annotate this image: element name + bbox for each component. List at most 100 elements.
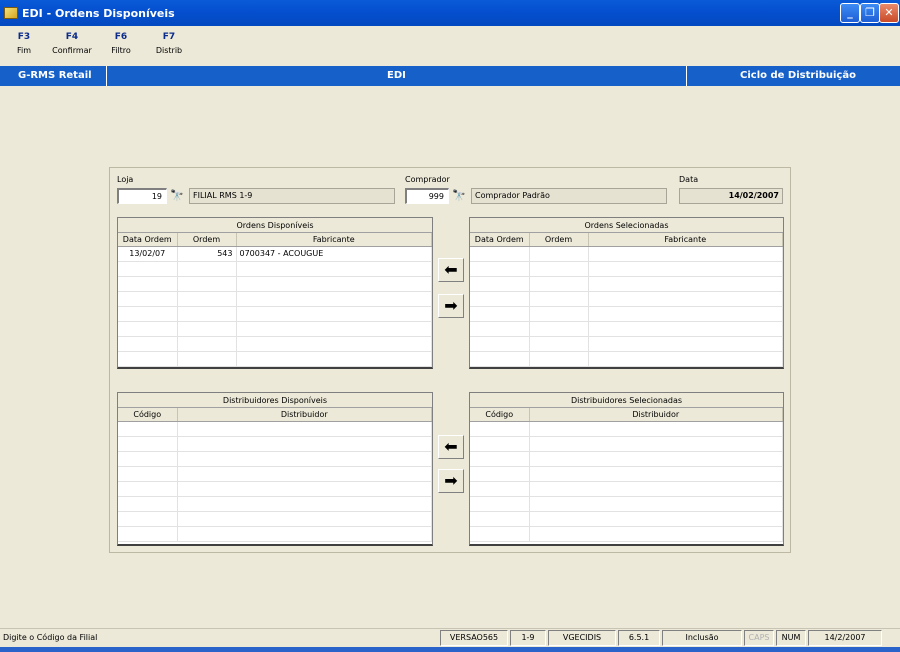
loja-input[interactable]: 19 (117, 188, 167, 204)
table-row[interactable] (118, 496, 432, 512)
arrow-right-icon: ➡ (444, 471, 458, 490)
status-date: 14/2/2007 (808, 630, 882, 646)
header-band: G-RMS Retail EDI Ciclo de Distribuição (0, 66, 900, 86)
move-left-button[interactable]: ⬅ (438, 435, 464, 459)
data-value: 14/02/2007 (679, 188, 783, 204)
distribuidores-selecionadas-grid: Distribuidores Selecionadas Código Distr… (469, 392, 784, 546)
ordens-selecionadas-grid: Ordens Selecionadas Data Ordem Ordem Fab… (469, 217, 784, 369)
table-row[interactable] (470, 436, 783, 452)
ordens-disponiveis-grid: Ordens Disponíveis Data Ordem Ordem Fabr… (117, 217, 433, 369)
table-row[interactable] (118, 351, 432, 367)
title-bar: EDI - Ordens Disponíveis _ ❐ ✕ (0, 0, 900, 26)
table-row[interactable] (470, 351, 783, 367)
table-row[interactable] (470, 421, 783, 437)
table-row[interactable] (118, 466, 432, 482)
table-row[interactable] (118, 276, 432, 292)
function-key-bar: F3 Fim F4 Confirmar F6 Filtro F7 Distrib (0, 26, 900, 66)
column-header[interactable]: Distribuidor (529, 408, 783, 422)
table-row[interactable] (470, 306, 783, 322)
app-icon (4, 7, 18, 19)
table-row[interactable] (470, 526, 783, 542)
column-header[interactable]: Distribuidor (177, 408, 432, 422)
main-panel: Loja 19 🔭 FILIAL RMS 1-9 Comprador 999 🔭… (109, 167, 791, 553)
table-row[interactable] (118, 436, 432, 452)
loja-description: FILIAL RMS 1-9 (189, 188, 395, 204)
column-header[interactable]: Ordem (529, 233, 589, 247)
status-num: NUM (776, 630, 806, 646)
arrow-left-icon: ⬅ (444, 260, 458, 279)
band-module: EDI (387, 70, 406, 81)
fkey-filtro[interactable]: F6 Filtro (106, 32, 136, 55)
taskbar-strip (0, 647, 900, 652)
table-row[interactable] (118, 481, 432, 497)
status-version: VERSAO565 (440, 630, 508, 646)
close-button[interactable]: ✕ (879, 3, 899, 23)
restore-button[interactable]: ❐ (860, 3, 880, 23)
table-row[interactable] (470, 246, 783, 262)
comprador-label: Comprador (405, 175, 450, 184)
status-caps: CAPS (744, 630, 774, 646)
status-message: Digite o Código da Filial (3, 633, 98, 642)
grid-title: Distribuidores Selecionadas (470, 393, 783, 408)
move-left-button[interactable]: ⬅ (438, 258, 464, 282)
binoculars-icon[interactable]: 🔭 (169, 189, 185, 203)
table-row[interactable] (470, 481, 783, 497)
grid-title: Distribuidores Disponíveis (118, 393, 432, 408)
status-loja: 1-9 (510, 630, 546, 646)
status-release: 6.5.1 (618, 630, 660, 646)
column-header[interactable]: Código (118, 408, 178, 422)
move-right-button[interactable]: ➡ (438, 294, 464, 318)
band-function: Ciclo de Distribuição (740, 70, 856, 81)
table-row[interactable] (470, 511, 783, 527)
table-row[interactable] (470, 451, 783, 467)
table-row[interactable]: 13/02/07 543 0700347 - ACOUGUE (118, 246, 432, 262)
table-row[interactable] (118, 526, 432, 542)
grid-title: Ordens Selecionadas (470, 218, 783, 233)
distribuidores-disponiveis-grid: Distribuidores Disponíveis Código Distri… (117, 392, 433, 546)
table-row[interactable] (470, 276, 783, 292)
grid-title: Ordens Disponíveis (118, 218, 432, 233)
arrow-left-icon: ⬅ (444, 437, 458, 456)
table-row[interactable] (118, 336, 432, 352)
table-row[interactable] (470, 496, 783, 512)
fkey-confirmar[interactable]: F4 Confirmar (50, 32, 94, 55)
table-row[interactable] (118, 306, 432, 322)
table-row[interactable] (118, 421, 432, 437)
table-row[interactable] (118, 261, 432, 277)
table-row[interactable] (470, 336, 783, 352)
status-mode: Inclusão (662, 630, 742, 646)
binoculars-icon[interactable]: 🔭 (451, 189, 467, 203)
minimize-button[interactable]: _ (840, 3, 860, 23)
loja-label: Loja (117, 175, 134, 184)
cell-data-ordem: 13/02/07 (118, 246, 178, 262)
status-bar: Digite o Código da Filial VERSAO565 1-9 … (0, 628, 900, 646)
column-header[interactable]: Ordem (177, 233, 237, 247)
band-divider (106, 66, 107, 86)
cell-ordem: 543 (177, 246, 237, 262)
column-header[interactable]: Data Ordem (470, 233, 530, 247)
status-program: VGECIDIS (548, 630, 616, 646)
table-row[interactable] (118, 291, 432, 307)
fkey-distrib[interactable]: F7 Distrib (152, 32, 186, 55)
table-row[interactable] (470, 466, 783, 482)
cell-fabricante: 0700347 - ACOUGUE (236, 246, 432, 262)
data-label: Data (679, 175, 699, 184)
column-header[interactable]: Fabricante (588, 233, 783, 247)
column-header[interactable]: Código (470, 408, 530, 422)
table-row[interactable] (118, 511, 432, 527)
comprador-input[interactable]: 999 (405, 188, 449, 204)
table-row[interactable] (470, 321, 783, 337)
band-app-name: G-RMS Retail (18, 70, 92, 81)
column-header[interactable]: Fabricante (236, 233, 432, 247)
fkey-fim[interactable]: F3 Fim (12, 32, 36, 55)
table-row[interactable] (118, 321, 432, 337)
move-right-button[interactable]: ➡ (438, 469, 464, 493)
table-row[interactable] (118, 451, 432, 467)
table-row[interactable] (470, 261, 783, 277)
comprador-description: Comprador Padrão (471, 188, 667, 204)
window-title: EDI - Ordens Disponíveis (22, 6, 175, 20)
column-header[interactable]: Data Ordem (118, 233, 178, 247)
arrow-right-icon: ➡ (444, 296, 458, 315)
band-divider (686, 66, 687, 86)
table-row[interactable] (470, 291, 783, 307)
